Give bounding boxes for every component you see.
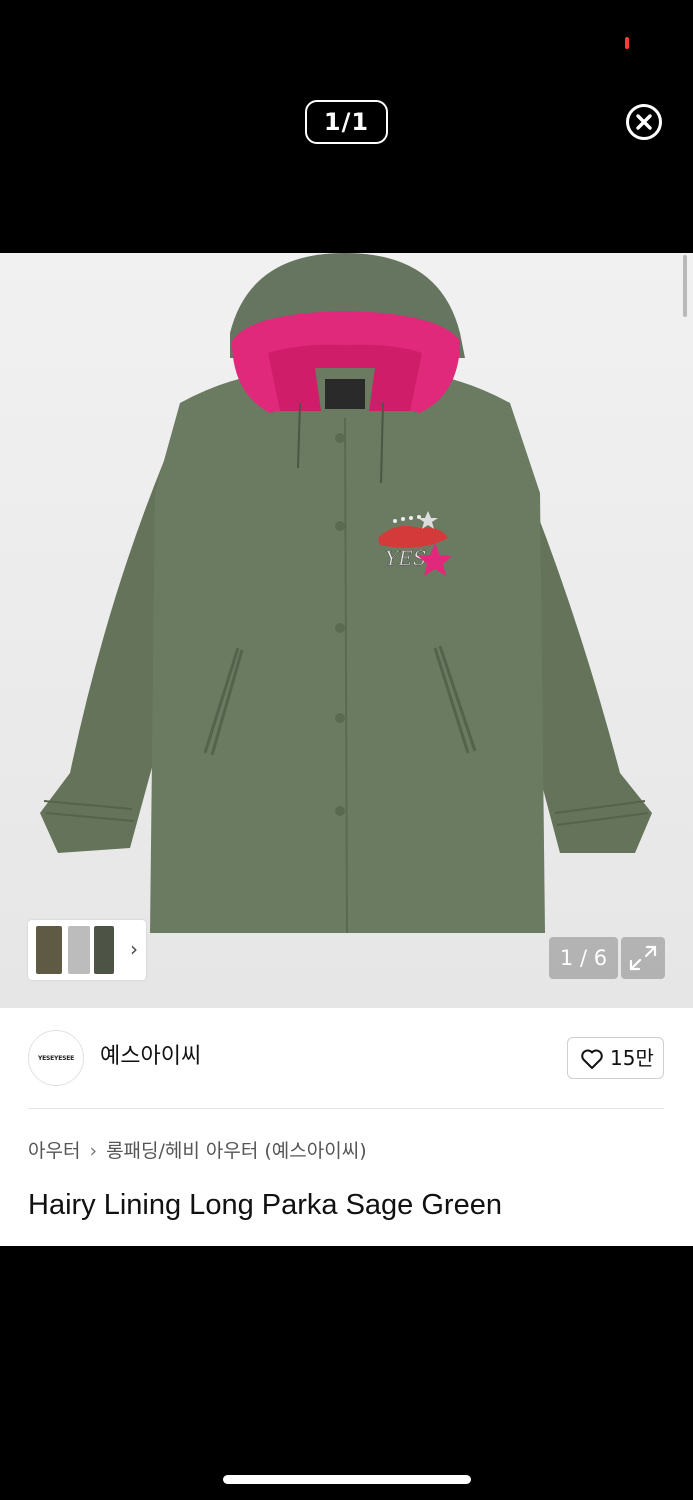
chevron-right-icon: › [130,937,138,961]
scrollbar[interactable] [683,255,687,317]
page-indicator: 1 / 6 [549,937,618,979]
expand-button[interactable] [621,937,665,979]
thumbnail-strip[interactable]: › [28,920,146,980]
home-indicator [223,1475,471,1484]
breadcrumb: 아우터 › 롱패딩/헤비 아우터 (예스아이씨) [28,1138,367,1164]
breadcrumb-current[interactable]: 롱패딩/헤비 아우터 (예스아이씨) [106,1140,367,1162]
brand-name[interactable]: 예스아이씨 [100,1042,201,1072]
product-title: Hairy Lining Long Parka Sage Green [28,1189,502,1221]
status-bar-indicator [625,37,629,49]
expand-icon [629,945,657,971]
thumbnail [94,926,114,974]
parka-illustration: YES [40,253,652,934]
brand-row: YESEYESEE 예스아이씨 15만 [0,1008,693,1108]
like-count: 15만 [610,1046,654,1070]
like-button[interactable]: 15만 [567,1037,664,1079]
heart-icon [581,1049,603,1069]
divider [28,1108,664,1109]
thumbnail [36,926,62,974]
close-button[interactable] [625,103,663,141]
product-card: YES › 1 / 6 YESEYESEE 예스아이씨 15만 아우터 › 롱패… [0,253,693,1246]
brand-logo[interactable]: YESEYESEE [28,1030,84,1086]
breadcrumb-parent[interactable]: 아우터 [28,1140,80,1162]
product-image[interactable]: YES › 1 / 6 [0,253,693,1008]
chevron-right-icon: › [89,1140,98,1162]
image-counter: 1/1 [305,100,388,144]
close-circle-icon [626,104,662,140]
thumbnail [68,926,90,974]
